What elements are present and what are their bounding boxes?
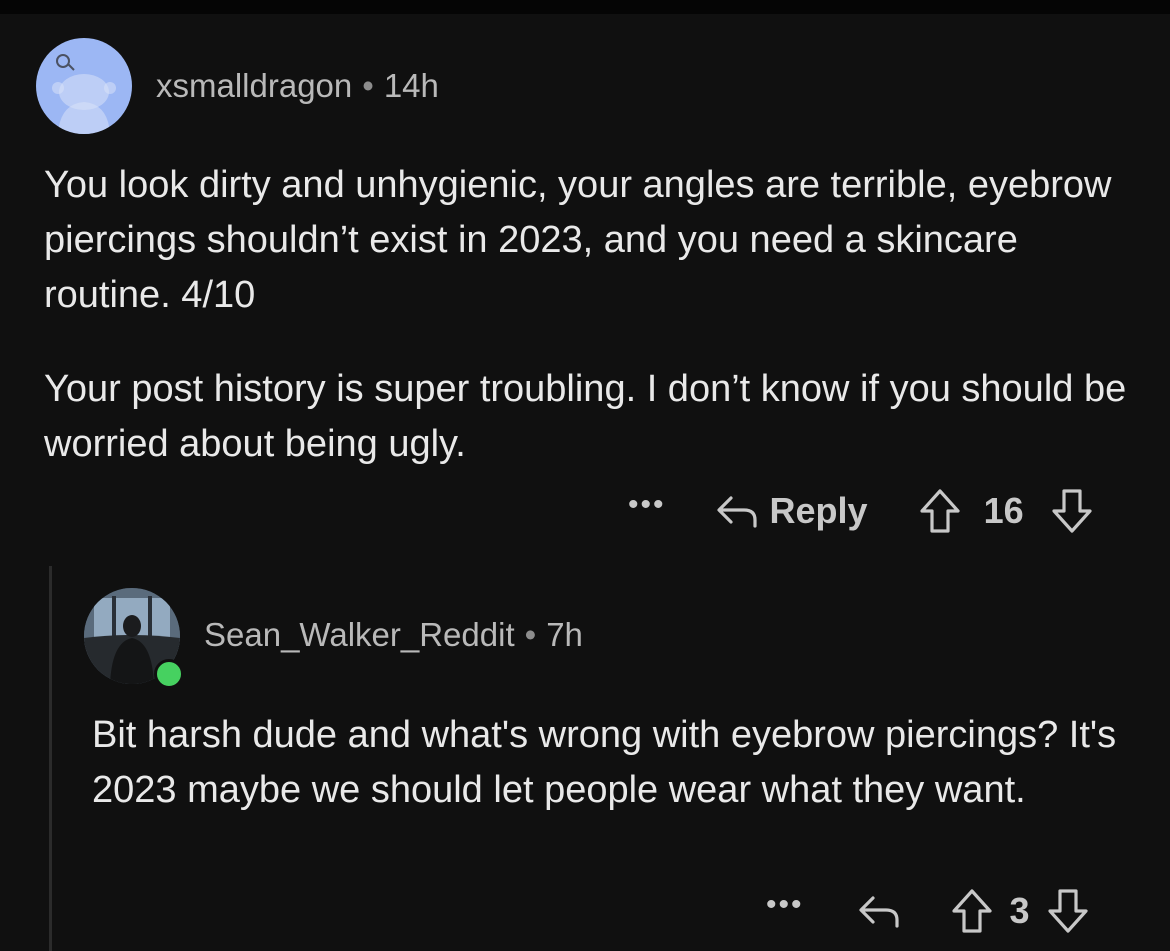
- comment-meta: Sean_Walker_Reddit • 7h: [204, 616, 583, 654]
- comment-actions: ••• 3: [766, 884, 1090, 938]
- reply-arrow-icon[interactable]: [856, 892, 902, 930]
- downvote-arrow-icon[interactable]: [1050, 487, 1094, 535]
- comment-actions: ••• Reply 16: [628, 484, 1094, 538]
- more-options-button[interactable]: •••: [628, 490, 666, 520]
- timestamp: 14h: [383, 67, 439, 104]
- upvote-arrow-icon[interactable]: [950, 887, 994, 935]
- downvote-arrow-icon[interactable]: [1046, 887, 1090, 935]
- comment-paragraph: You look dirty and unhygienic, your angl…: [44, 164, 1112, 316]
- comment-meta: xsmalldragon • 14h: [156, 67, 439, 105]
- comment-paragraph: Bit harsh dude and what's wrong with eye…: [92, 714, 1117, 811]
- reply-arrow-icon[interactable]: [714, 492, 760, 530]
- username[interactable]: Sean_Walker_Reddit: [204, 616, 515, 653]
- upvote-arrow-icon[interactable]: [918, 487, 962, 535]
- reply-button[interactable]: Reply: [770, 490, 868, 532]
- username[interactable]: xsmalldragon: [156, 67, 352, 104]
- thread-line[interactable]: [49, 566, 52, 951]
- vote-score: 16: [983, 490, 1024, 531]
- meta-separator: •: [524, 616, 537, 653]
- online-status-indicator: [154, 659, 184, 689]
- timestamp: 7h: [546, 616, 583, 653]
- vote-score: 3: [1009, 890, 1030, 931]
- comment-paragraph: Your post history is super troubling. I …: [44, 368, 1127, 465]
- more-options-button[interactable]: •••: [766, 890, 804, 920]
- snoo-avatar-icon: [52, 54, 116, 134]
- avatar[interactable]: [36, 38, 132, 134]
- top-edge-bar: [0, 0, 1170, 14]
- meta-separator: •: [362, 67, 374, 104]
